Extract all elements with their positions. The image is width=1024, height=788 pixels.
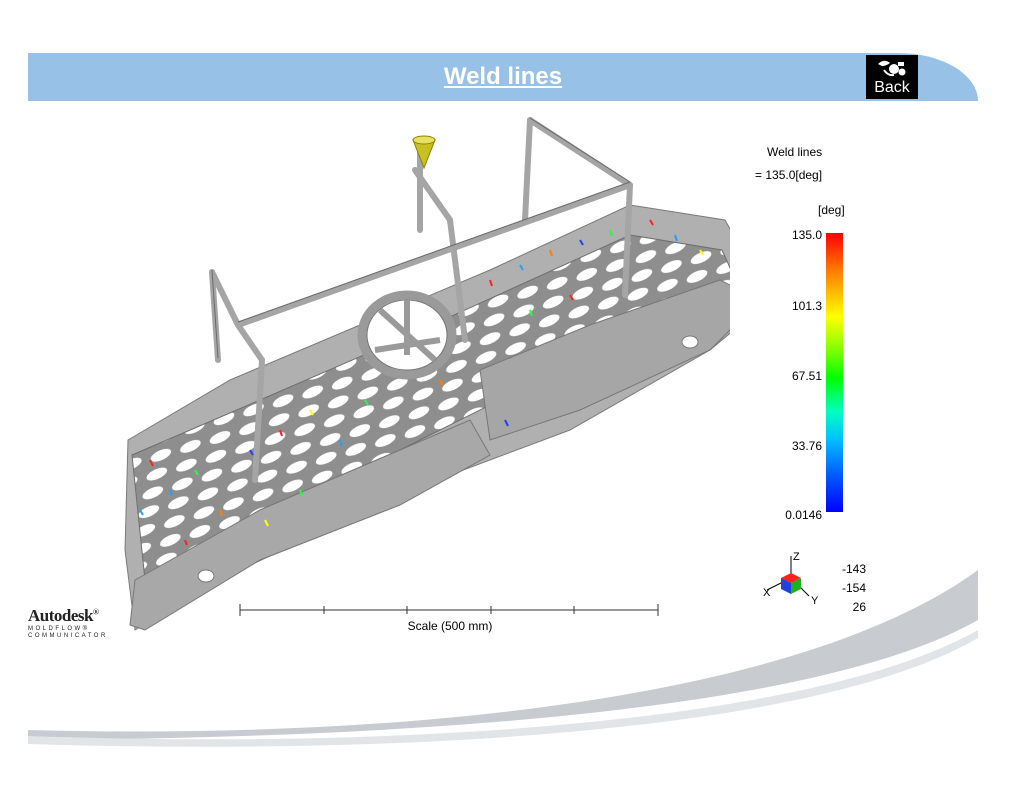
title-bar: Weld lines <box>28 53 978 101</box>
legend-unit: [deg] <box>818 203 845 217</box>
legend-tick-max: 135.0 <box>791 228 822 242</box>
doodle-icon <box>878 60 906 77</box>
legend-tick-min: 0.0146 <box>785 508 822 522</box>
page-title: Weld lines <box>443 63 563 90</box>
legend-tick: 101.3 <box>791 299 822 313</box>
grille-model <box>124 117 730 631</box>
legend-result-name: Weld lines <box>767 145 823 159</box>
legend-tick: 33.76 <box>791 439 822 453</box>
legend-result-value: = 135.0[deg] <box>755 168 823 182</box>
back-label: Back <box>874 79 910 96</box>
legend-tick: 67.51 <box>791 369 822 383</box>
color-scale-bar <box>826 233 843 512</box>
back-button[interactable]: Back <box>866 55 918 99</box>
decorative-swoosh <box>28 570 978 747</box>
